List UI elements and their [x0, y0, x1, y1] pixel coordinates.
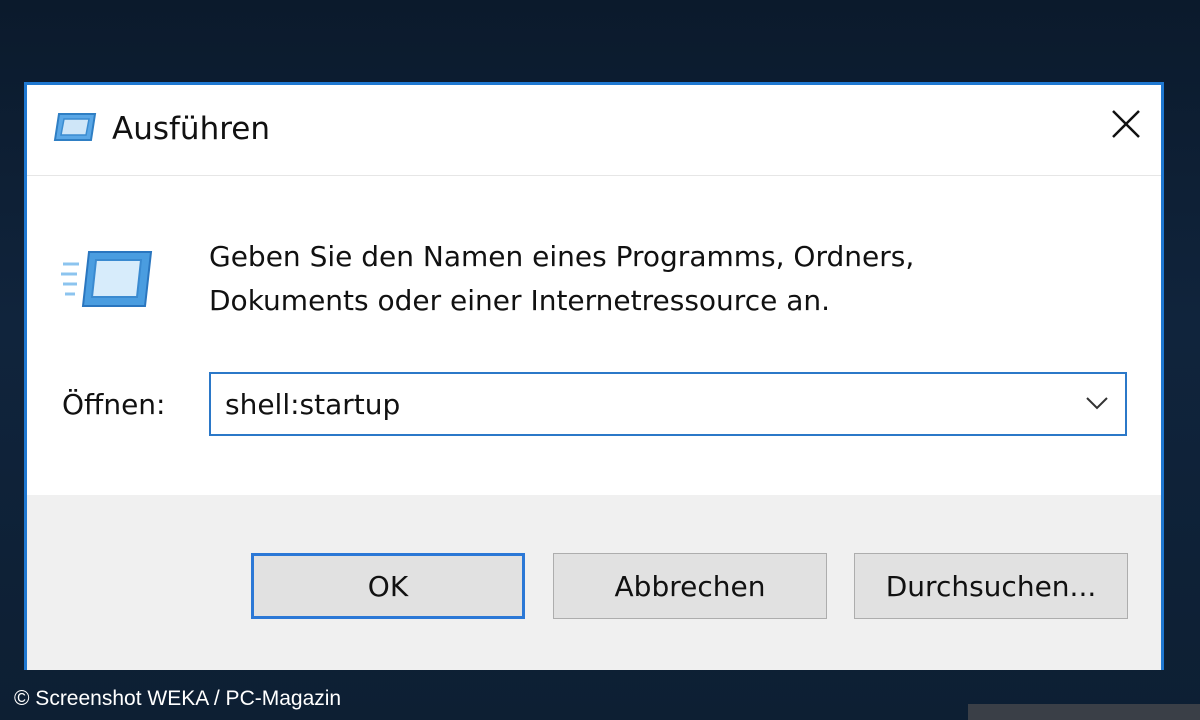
- close-button[interactable]: [1101, 101, 1151, 151]
- chevron-down-icon: [1085, 395, 1109, 414]
- open-input[interactable]: [225, 374, 1045, 434]
- dropdown-button[interactable]: [1073, 378, 1121, 430]
- button-footer: OK Abbrechen Durchsuchen...: [27, 495, 1161, 670]
- close-icon: [1109, 107, 1143, 145]
- dialog-title: Ausführen: [112, 111, 270, 147]
- run-dialog: Ausführen Geben Sie den Namen eines Prog…: [24, 82, 1164, 670]
- run-icon: [53, 112, 97, 142]
- taskbar-fragment: [968, 704, 1200, 720]
- description-line-1: Geben Sie den Namen eines Programms, Ord…: [209, 240, 915, 273]
- open-combobox[interactable]: [209, 372, 1127, 436]
- open-label: Öffnen:: [62, 388, 166, 421]
- description-line-2: Dokuments oder einer Internetressource a…: [209, 284, 831, 317]
- browse-button[interactable]: Durchsuchen...: [854, 553, 1128, 619]
- run-program-icon: [61, 250, 153, 308]
- title-divider: [27, 175, 1161, 176]
- cancel-button[interactable]: Abbrechen: [553, 553, 827, 619]
- ok-button[interactable]: OK: [251, 553, 525, 619]
- dialog-description: Geben Sie den Namen eines Programms, Ord…: [209, 235, 1109, 323]
- image-credit: © Screenshot WEKA / PC-Magazin: [14, 687, 342, 710]
- title-bar[interactable]: Ausführen: [27, 85, 1161, 175]
